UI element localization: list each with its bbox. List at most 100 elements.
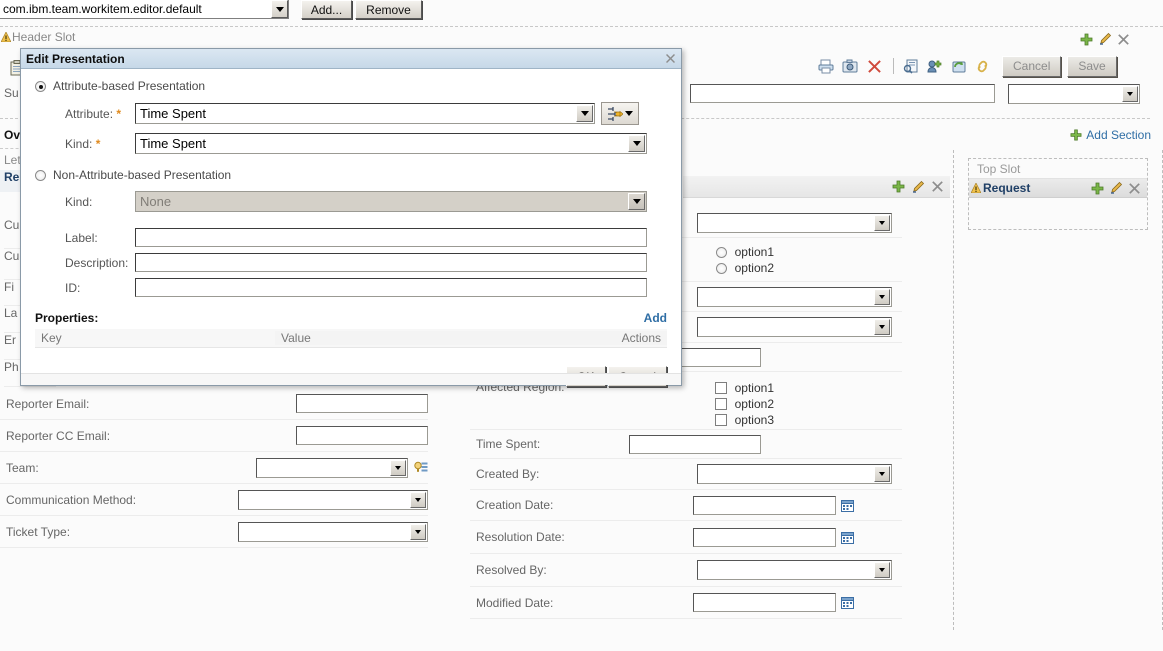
time-spent-input[interactable] xyxy=(629,434,761,454)
properties-table-header: Key Value Actions xyxy=(35,329,667,348)
add-section-label: Add Section xyxy=(1086,128,1151,142)
kind-label-text: Kind: xyxy=(65,136,93,151)
add-icon[interactable] xyxy=(1080,33,1093,46)
modified-date-input[interactable] xyxy=(693,593,836,612)
resolution-date-input[interactable] xyxy=(693,527,836,547)
chevron-down-icon[interactable] xyxy=(271,0,288,18)
calendar-icon[interactable] xyxy=(841,531,854,544)
chevron-down-icon[interactable] xyxy=(576,105,593,122)
radio-icon[interactable] xyxy=(715,246,727,258)
preview-icon[interactable] xyxy=(900,56,922,76)
chevron-down-icon[interactable] xyxy=(1122,86,1138,102)
attribute-select[interactable]: Time Spent xyxy=(135,103,595,124)
attribute-picker-button[interactable] xyxy=(601,102,639,125)
close-icon[interactable] xyxy=(1128,182,1141,195)
attribute-based-label: Attribute-based Presentation xyxy=(53,79,206,93)
chevron-down-icon[interactable] xyxy=(390,459,406,476)
chevron-down-icon[interactable] xyxy=(625,111,633,116)
non-attribute-based-radio-row[interactable]: Non-Attribute-based Presentation xyxy=(35,168,667,182)
add-button[interactable]: Add... xyxy=(301,0,352,19)
non-attribute-kind-label: Kind: xyxy=(65,194,93,209)
field-select[interactable] xyxy=(697,212,892,233)
created-by-select[interactable] xyxy=(697,464,892,484)
save-button[interactable]: Save xyxy=(1067,55,1117,77)
id-field-label: ID: xyxy=(65,280,81,295)
radio-icon[interactable] xyxy=(35,80,46,92)
attribute-field-row: Attribute: * Time Spent xyxy=(35,102,667,125)
edit-pencil-icon[interactable] xyxy=(1098,32,1112,46)
resolved-by-select[interactable] xyxy=(697,560,892,580)
print-icon[interactable] xyxy=(815,56,837,76)
id-field-row: ID: xyxy=(35,278,667,297)
checkbox-label: option2 xyxy=(734,397,774,411)
reporter-cc-email-input[interactable] xyxy=(296,426,428,445)
add-icon xyxy=(1070,129,1082,141)
chevron-down-icon[interactable] xyxy=(874,466,890,482)
field-select[interactable] xyxy=(697,286,892,307)
add-user-icon[interactable] xyxy=(924,56,946,76)
cancel-button[interactable]: Cancel xyxy=(1002,55,1062,77)
calendar-icon[interactable] xyxy=(841,596,854,609)
table-row: Ticket Type: xyxy=(0,516,428,548)
checkbox-icon[interactable] xyxy=(714,398,727,410)
link-icon[interactable] xyxy=(972,56,994,76)
chevron-down-icon[interactable] xyxy=(874,214,890,231)
creation-date-input[interactable] xyxy=(693,495,836,515)
chevron-down-icon[interactable] xyxy=(628,193,645,210)
label-input[interactable] xyxy=(135,228,647,247)
delete-icon[interactable] xyxy=(863,56,885,76)
add-icon[interactable] xyxy=(892,180,905,193)
chevron-down-icon[interactable] xyxy=(874,288,890,305)
chevron-down-icon[interactable] xyxy=(628,135,645,152)
chevron-down-icon[interactable] xyxy=(410,491,426,508)
mid-section-actions xyxy=(683,176,950,198)
required-marker: * xyxy=(116,106,122,121)
id-input[interactable] xyxy=(135,278,647,297)
checkbox-option[interactable]: option2 xyxy=(714,396,774,412)
radio-icon[interactable] xyxy=(35,169,46,181)
communication-method-select[interactable] xyxy=(238,489,428,510)
summary-input[interactable] xyxy=(690,84,995,103)
close-icon[interactable] xyxy=(665,53,676,64)
remove-button[interactable]: Remove xyxy=(355,0,422,19)
chevron-down-icon[interactable] xyxy=(874,319,890,335)
team-picker-icon[interactable] xyxy=(414,461,428,475)
table-row: Team: xyxy=(0,452,428,484)
edit-pencil-icon[interactable] xyxy=(911,180,925,194)
ticket-type-select[interactable] xyxy=(238,521,428,542)
radio-icon[interactable] xyxy=(715,262,727,274)
table-row: Created By: xyxy=(470,459,902,490)
editor-id-combobox[interactable]: com.ibm.team.workitem.editor.default xyxy=(0,0,289,19)
refresh-icon[interactable] xyxy=(948,56,970,76)
calendar-icon[interactable] xyxy=(841,499,854,512)
radio-option[interactable]: option2 xyxy=(715,260,774,276)
non-attribute-kind-select[interactable]: None xyxy=(135,191,647,212)
description-input[interactable] xyxy=(135,253,647,272)
header-slot-label: Header Slot xyxy=(12,30,76,44)
summary-state-select[interactable] xyxy=(1008,84,1140,104)
slot-row-request[interactable]: Request xyxy=(969,179,1147,198)
add-icon[interactable] xyxy=(1091,182,1104,195)
add-property-link[interactable]: Add xyxy=(644,311,667,325)
radio-option[interactable]: option1 xyxy=(715,244,774,260)
reporter-email-input[interactable] xyxy=(296,394,428,413)
add-section-link[interactable]: Add Section xyxy=(1070,128,1151,142)
close-icon[interactable] xyxy=(1117,33,1130,46)
kind-select[interactable]: Time Spent xyxy=(135,133,647,154)
field-select[interactable] xyxy=(697,317,892,337)
checkbox-icon[interactable] xyxy=(714,414,727,426)
top-slot-label: Top Slot xyxy=(969,159,1147,179)
team-select[interactable] xyxy=(256,457,408,478)
table-row: Time Spent: xyxy=(470,430,902,459)
chevron-down-icon[interactable] xyxy=(874,562,890,578)
dialog-title: Edit Presentation xyxy=(26,51,125,66)
close-icon[interactable] xyxy=(931,180,944,193)
attribute-based-radio-row[interactable]: Attribute-based Presentation xyxy=(35,79,667,93)
edit-pencil-icon[interactable] xyxy=(1109,181,1123,195)
checkbox-icon[interactable] xyxy=(714,382,727,394)
camera-icon[interactable] xyxy=(839,56,861,76)
chevron-down-icon[interactable] xyxy=(410,523,426,540)
properties-header: Properties: Add xyxy=(35,311,667,325)
checkbox-option[interactable]: option1 xyxy=(714,380,774,396)
checkbox-option[interactable]: option3 xyxy=(714,412,774,428)
